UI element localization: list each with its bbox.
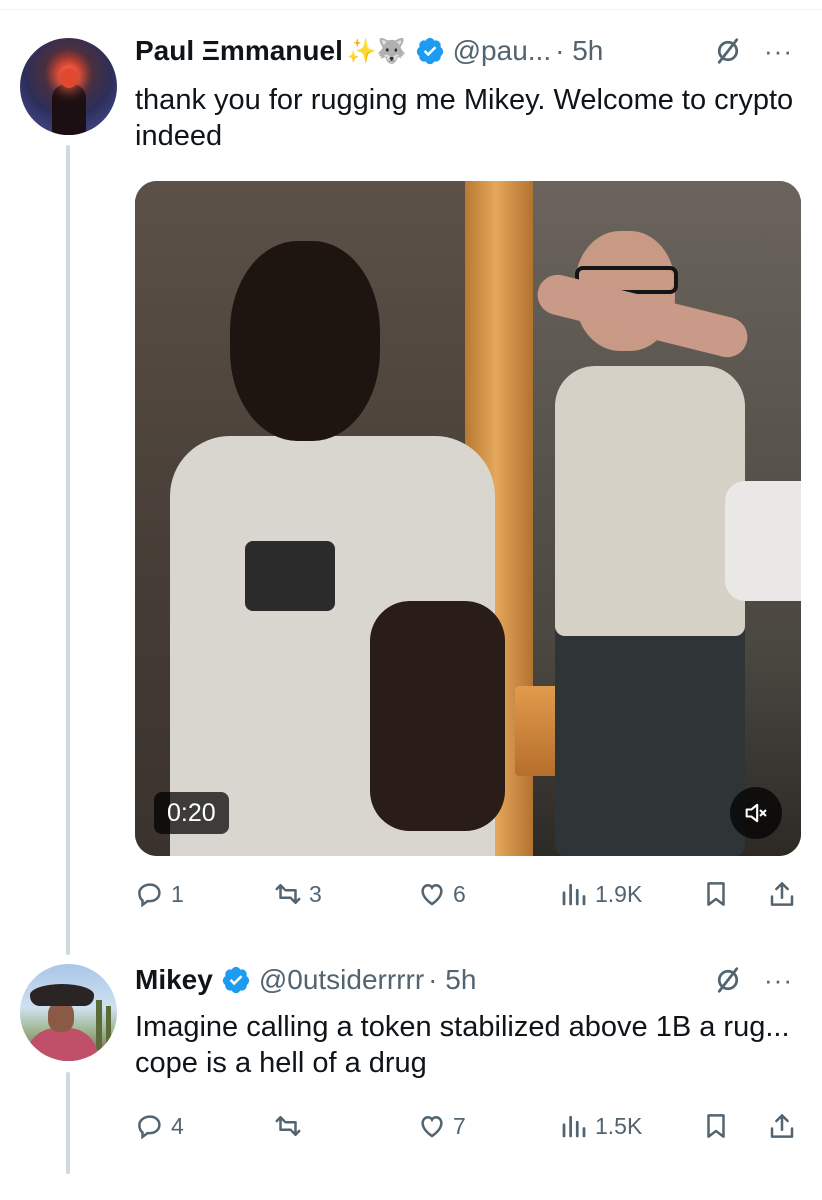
- avatar-mikey[interactable]: [20, 964, 117, 1061]
- bookmark-icon: [707, 1114, 725, 1138]
- share-button[interactable]: [767, 1106, 797, 1146]
- reply-icon: [138, 883, 161, 908]
- share-icon: [770, 1114, 794, 1138]
- like-count: 7: [453, 1112, 466, 1139]
- author-name[interactable]: Paul Ξmmanuel: [135, 35, 343, 67]
- tweet-2-header: Mikey @0utsiderrrrr · 5h: [135, 962, 476, 998]
- reply-count: 1: [171, 880, 184, 907]
- share-icon: [770, 882, 794, 906]
- more-icon[interactable]: ···: [764, 965, 793, 996]
- grok-icon[interactable]: [713, 36, 743, 66]
- reply-button[interactable]: 1: [135, 874, 184, 914]
- views-icon: [562, 883, 586, 906]
- reply-button[interactable]: 4: [135, 1106, 184, 1146]
- repost-button[interactable]: [273, 1106, 309, 1146]
- tweet-time[interactable]: · 5h: [428, 964, 476, 996]
- author-handle[interactable]: @pau...: [453, 35, 551, 67]
- repost-count: 3: [309, 880, 322, 907]
- reply-count: 4: [171, 1112, 184, 1139]
- views-count: 1.5K: [595, 1112, 643, 1139]
- views-button[interactable]: 1.9K: [559, 874, 642, 914]
- views-count: 1.9K: [595, 880, 643, 907]
- reply-icon: [138, 1115, 161, 1140]
- tweet-2-text: Imagine calling a token stabilized above…: [135, 1011, 790, 1079]
- thread-connector-line-bottom: [66, 1072, 70, 1174]
- tweet-time[interactable]: · 5h: [555, 35, 603, 67]
- repost-icon: [275, 884, 301, 904]
- grok-icon[interactable]: [713, 965, 743, 995]
- verified-badge-icon[interactable]: [221, 965, 251, 995]
- like-icon: [421, 883, 443, 906]
- author-name[interactable]: Mikey: [135, 964, 213, 996]
- tweet-1-actions: 1 3 6 1.9K: [135, 874, 801, 914]
- author-emojis: ✨🐺: [346, 37, 407, 65]
- verified-badge-icon[interactable]: [415, 36, 445, 66]
- avatar-paul[interactable]: [20, 38, 117, 135]
- bookmark-button[interactable]: [701, 874, 731, 914]
- like-button[interactable]: 6: [417, 874, 466, 914]
- like-count: 6: [453, 880, 466, 907]
- tweet-2-actions: 4 7 1.5K: [135, 1106, 801, 1146]
- bookmark-button[interactable]: [701, 1106, 731, 1146]
- tweet-1-text: thank you for rugging me Mikey. Welcome …: [135, 84, 794, 152]
- author-handle[interactable]: @0utsiderrrrr: [259, 964, 424, 996]
- tweet-1-header: Paul Ξmmanuel ✨🐺 @pau... · 5h: [135, 33, 603, 69]
- like-button[interactable]: 7: [417, 1106, 466, 1146]
- thread-connector-line: [66, 145, 70, 955]
- like-icon: [421, 1115, 443, 1138]
- top-divider: [0, 9, 822, 10]
- views-button[interactable]: 1.5K: [559, 1106, 642, 1146]
- tweet-video[interactable]: 0:20: [135, 181, 801, 856]
- repost-button[interactable]: 3: [273, 874, 322, 914]
- mute-icon[interactable]: [730, 787, 782, 839]
- repost-icon: [275, 1116, 301, 1136]
- bookmark-icon: [707, 882, 725, 906]
- views-icon: [562, 1115, 586, 1138]
- more-icon[interactable]: ···: [764, 36, 793, 67]
- share-button[interactable]: [767, 874, 797, 914]
- video-duration-badge: 0:20: [154, 792, 229, 834]
